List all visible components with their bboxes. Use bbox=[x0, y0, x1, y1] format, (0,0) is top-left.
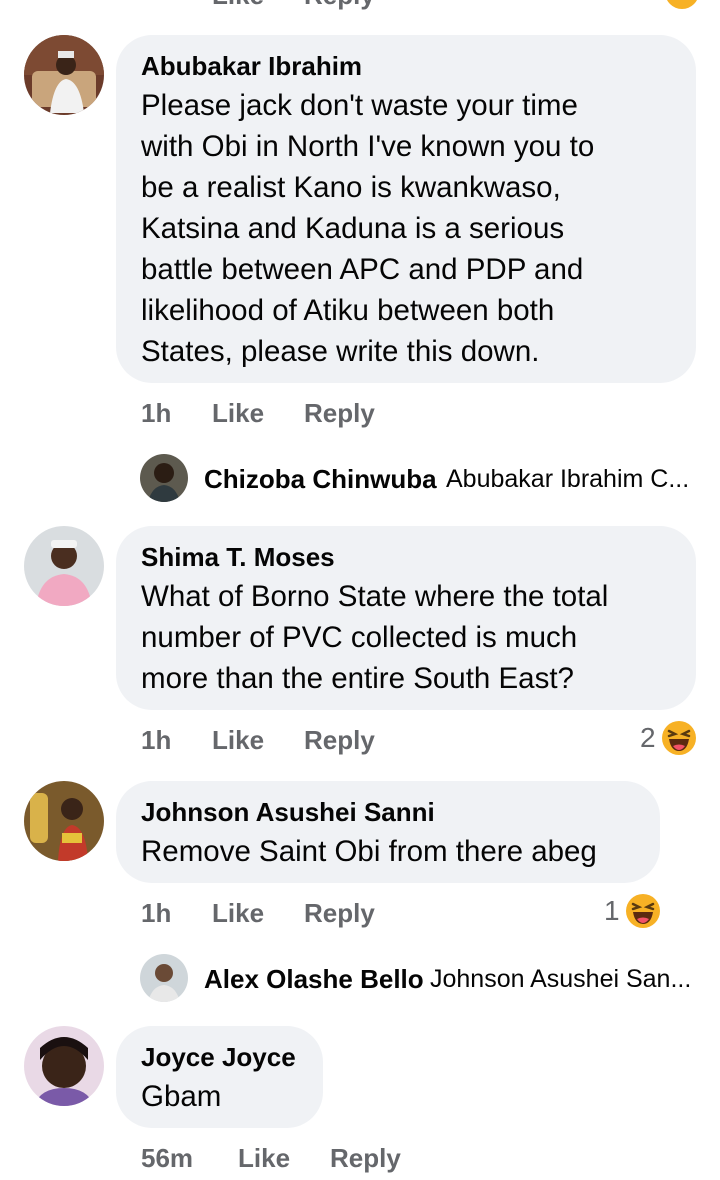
comment-text-line: What of Borno State where the total bbox=[141, 580, 609, 613]
reply-snippet[interactable]: Johnson Asushei San... bbox=[430, 964, 691, 994]
comment-author[interactable]: Shima T. Moses bbox=[141, 542, 335, 572]
comment-text-line: number of PVC collected is much bbox=[141, 621, 578, 654]
comment-text-line: Please jack don't waste your time bbox=[141, 89, 578, 122]
comment-timestamp: 56m bbox=[141, 1143, 194, 1173]
haha-emoji-icon[interactable] bbox=[625, 893, 661, 929]
reply-author[interactable]: Chizoba Chinwuba bbox=[204, 464, 437, 494]
reply-snippet[interactable]: Abubakar Ibrahim C... bbox=[446, 464, 689, 494]
like-link[interactable]: Like bbox=[238, 1143, 290, 1173]
reply-author[interactable]: Alex Olashe Bello bbox=[204, 964, 424, 994]
reply-link[interactable]: Reply bbox=[330, 1143, 401, 1173]
like-link[interactable]: Like bbox=[212, 398, 264, 428]
reply-link[interactable]: Reply bbox=[304, 725, 375, 755]
avatar[interactable] bbox=[24, 1026, 104, 1106]
avatar[interactable] bbox=[24, 526, 104, 606]
comment-text-line: battle between APC and PDP and bbox=[141, 253, 584, 286]
comment-text-line: Remove Saint Obi from there abeg bbox=[141, 835, 597, 868]
reply-link[interactable]: Reply bbox=[304, 898, 375, 928]
comment-text-line: likelihood of Atiku between both bbox=[141, 294, 555, 327]
avatar[interactable] bbox=[24, 781, 104, 861]
comment-text-line: with Obi in North I've known you to bbox=[141, 130, 595, 163]
comment-text-line: more than the entire South East? bbox=[141, 662, 574, 695]
comment-text-line: be a realist Kano is kwankwaso, bbox=[141, 171, 561, 204]
prev-reaction-icon[interactable] bbox=[664, 0, 700, 10]
reply-link[interactable]: Reply bbox=[304, 398, 375, 428]
comment-text-line: Gbam bbox=[141, 1080, 222, 1113]
reaction-count[interactable]: 2 bbox=[640, 723, 656, 753]
prev-reply-link[interactable]: Reply bbox=[304, 0, 375, 10]
comment-timestamp: 1h bbox=[141, 898, 172, 928]
reaction-count[interactable]: 1 bbox=[604, 896, 620, 926]
comment-author[interactable]: Johnson Asushei Sanni bbox=[141, 797, 435, 827]
comment-author[interactable]: Joyce Joyce bbox=[141, 1042, 296, 1072]
haha-emoji-icon[interactable] bbox=[661, 720, 697, 756]
reply-avatar[interactable] bbox=[140, 454, 188, 502]
comment-timestamp: 1h bbox=[141, 725, 172, 755]
like-link[interactable]: Like bbox=[212, 898, 264, 928]
comment-author[interactable]: Abubakar Ibrahim bbox=[141, 51, 362, 81]
avatar[interactable] bbox=[24, 35, 104, 115]
like-link[interactable]: Like bbox=[212, 725, 264, 755]
comment-text-line: Katsina and Kaduna is a serious bbox=[141, 212, 565, 245]
comment-text-line: States, please write this down. bbox=[141, 335, 540, 368]
prev-like-link[interactable]: Like bbox=[212, 0, 264, 10]
comment-timestamp: 1h bbox=[141, 398, 172, 428]
reply-avatar[interactable] bbox=[140, 954, 188, 1002]
